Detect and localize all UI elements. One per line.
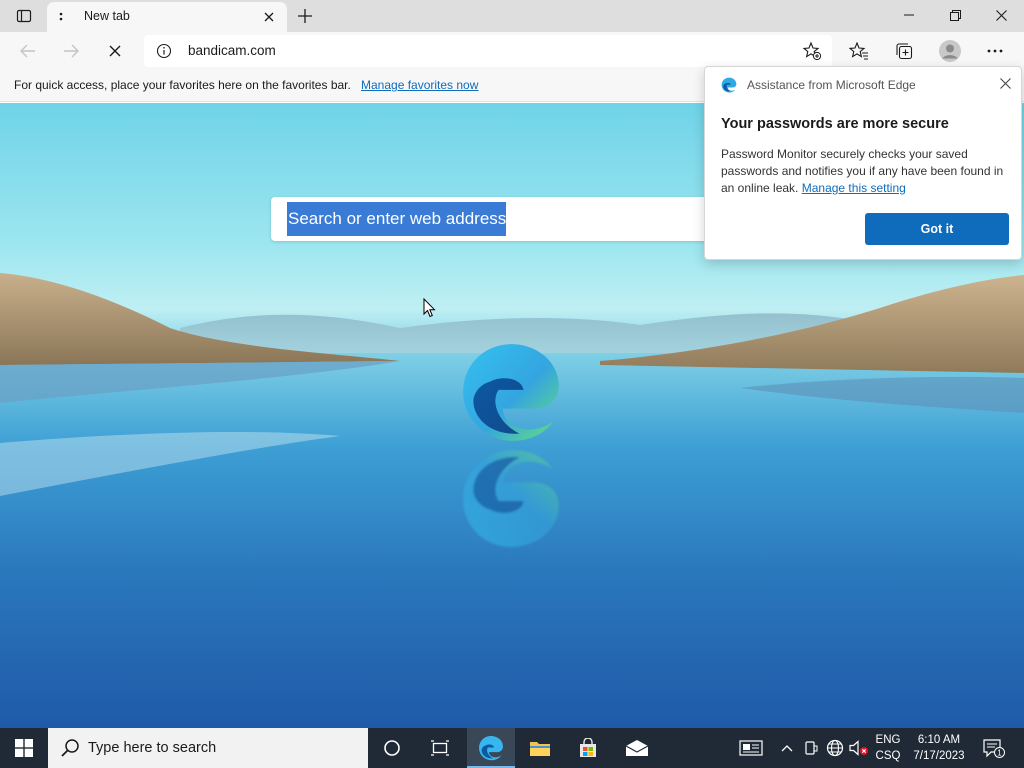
browser-toolbar: bandicam.com	[0, 32, 1024, 70]
news-widget-icon[interactable]	[736, 728, 766, 768]
address-bar[interactable]: bandicam.com	[144, 35, 832, 67]
manage-favorites-link[interactable]: Manage favorites now	[361, 78, 478, 92]
password-monitor-popup: Assistance from Microsoft Edge Your pass…	[704, 66, 1022, 260]
popup-body: Password Monitor securely checks your sa…	[721, 146, 1013, 197]
clock-date: 7/17/2023	[913, 750, 965, 762]
volume-muted-icon[interactable]	[848, 728, 870, 768]
manage-setting-link[interactable]: Manage this setting	[802, 181, 906, 195]
profile-avatar-icon[interactable]	[935, 36, 965, 66]
mail-icon[interactable]	[613, 728, 661, 768]
file-explorer-icon[interactable]	[516, 728, 564, 768]
edge-logo-reflection	[463, 450, 559, 547]
edge-logo-icon	[463, 344, 559, 441]
mouse-cursor-icon	[423, 298, 436, 318]
taskbar: Type here to search ENG CSQ 6:10 AM 7/17…	[0, 728, 1024, 768]
start-windows-icon[interactable]	[0, 728, 48, 768]
edge-small-logo-icon	[721, 77, 737, 93]
taskbar-edge-icon[interactable]	[467, 728, 515, 768]
taskbar-search-placeholder: Type here to search	[88, 740, 217, 756]
popup-title: Your passwords are more secure	[721, 116, 949, 132]
search-icon	[61, 739, 79, 757]
close-window-icon[interactable]	[978, 0, 1024, 30]
language-top: ENG	[875, 734, 901, 746]
add-favorite-star-icon[interactable]	[802, 41, 822, 61]
task-view-icon[interactable]	[416, 728, 464, 768]
popup-close-icon[interactable]	[995, 73, 1015, 93]
tab-new-tab[interactable]: New tab	[47, 2, 287, 32]
taskbar-search-box[interactable]: Type here to search	[48, 728, 368, 768]
collections-icon[interactable]	[889, 36, 919, 66]
forward-arrow-icon[interactable]	[56, 36, 86, 66]
title-bar: New tab	[0, 0, 1024, 32]
language-bottom: CSQ	[875, 750, 901, 762]
address-url[interactable]: bandicam.com	[188, 43, 276, 58]
input-language-indicator[interactable]: ENG CSQ	[874, 732, 902, 764]
stop-loading-icon[interactable]	[100, 36, 130, 66]
cortana-circle-icon[interactable]	[368, 728, 416, 768]
show-hidden-icons-chevron-up-icon[interactable]	[778, 728, 796, 768]
notifications-icon[interactable]: 1	[978, 728, 1010, 768]
search-box[interactable]: Search or enter web address	[271, 197, 751, 241]
favorites-icon[interactable]	[844, 36, 874, 66]
popup-header: Assistance from Microsoft Edge	[747, 78, 916, 92]
site-info-icon[interactable]	[156, 43, 172, 59]
tab-title: New tab	[84, 9, 130, 23]
notification-count: 1	[997, 749, 1002, 758]
network-globe-icon[interactable]	[824, 728, 846, 768]
got-it-button[interactable]: Got it	[865, 213, 1009, 245]
tab-actions-menu-icon[interactable]	[8, 4, 40, 28]
new-tab-plus-icon[interactable]	[292, 4, 318, 28]
microsoft-store-icon[interactable]	[564, 728, 612, 768]
search-input-text[interactable]: Search or enter web address	[287, 202, 507, 236]
settings-more-icon[interactable]	[980, 36, 1010, 66]
back-arrow-icon[interactable]	[13, 36, 43, 66]
restore-icon[interactable]	[932, 0, 978, 30]
clock[interactable]: 6:10 AM 7/17/2023	[906, 732, 972, 764]
tab-close-icon[interactable]	[259, 7, 279, 27]
clock-time: 6:10 AM	[917, 734, 961, 746]
tab-loading-icon	[55, 9, 67, 25]
minimize-icon[interactable]	[886, 0, 932, 30]
device-icon[interactable]	[802, 728, 820, 768]
favorites-bar-message: For quick access, place your favorites h…	[14, 78, 351, 92]
